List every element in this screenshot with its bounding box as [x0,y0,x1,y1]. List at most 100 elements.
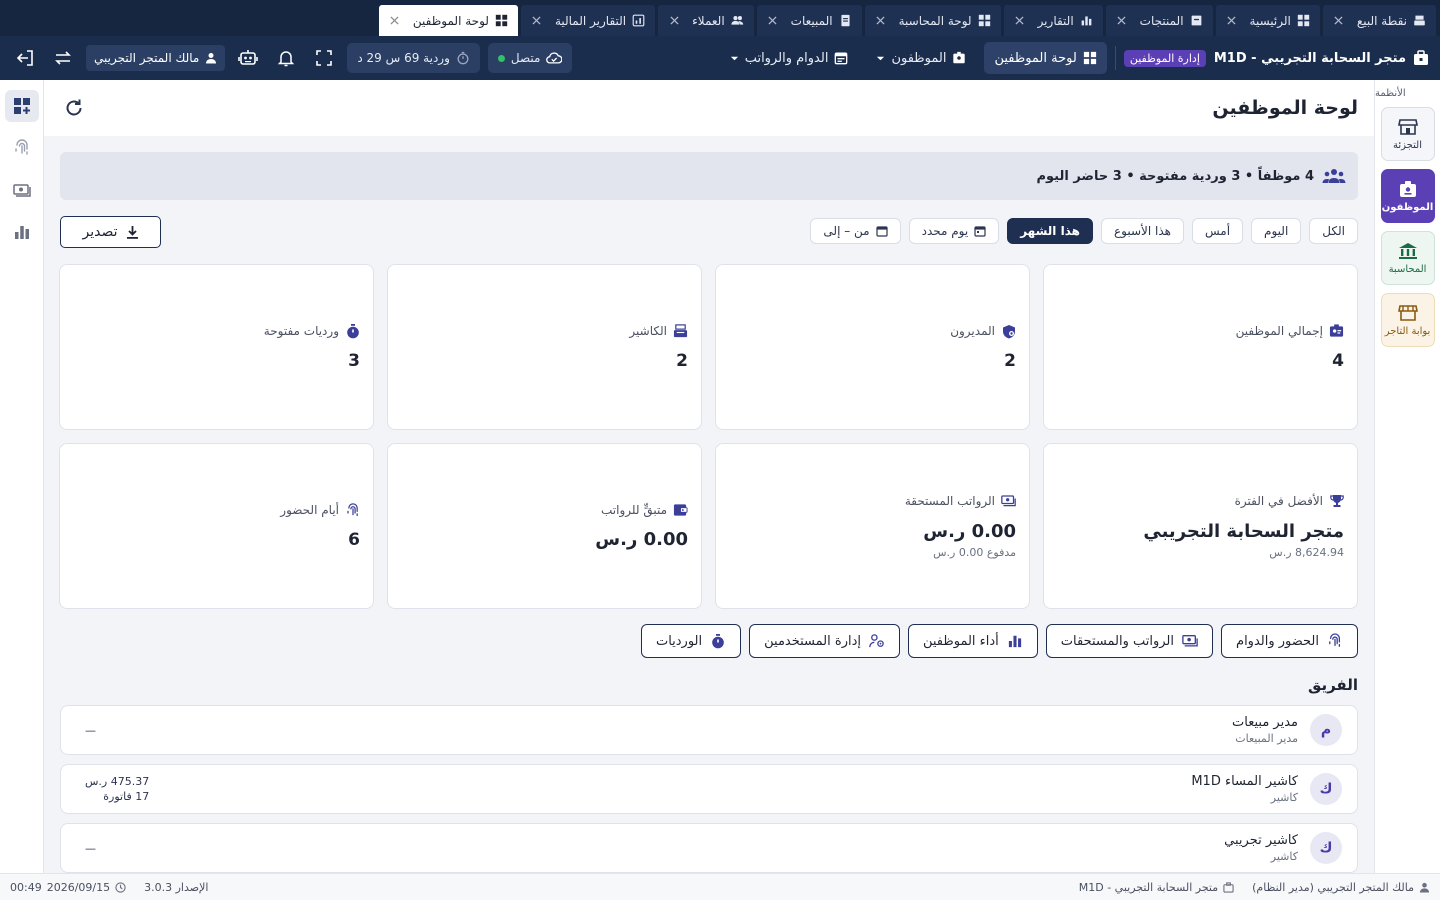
tab-accounting-dashboard[interactable]: لوحة المحاسبة [864,5,1001,36]
filter-week[interactable]: هذا الأسبوع [1100,218,1184,244]
stat-subtext: مدفوع 0.00 ر.س [933,545,1016,559]
clock-icon [115,881,126,893]
member-name: كاشير تجريبي [1224,833,1298,848]
app-header: متجر السحابة التجريبي - M1D إدارة الموظف… [0,36,1440,80]
close-icon[interactable] [1014,15,1026,27]
stat-value: 3 [348,350,360,371]
filter-date-range[interactable]: من – إلى [810,218,901,244]
tab-sales[interactable]: المبيعات [756,5,862,36]
stat-card-remaining-salaries[interactable]: متبقٍّ للرواتب 0.00 ر.س [387,443,702,609]
stat-value: 2 [676,350,688,371]
stat-card-open-shifts[interactable]: ورديات مفتوحة 3 [59,264,374,430]
stat-card-due-salaries[interactable]: الرواتب المستحقة 0.00 ر.س مدفوع 0.00 ر.س [715,443,1030,609]
rail-title: الأنظمة [1375,88,1406,99]
users-icon [731,14,744,27]
footer-user: مالك المتجر التجريبي (مدير النظام) [1252,881,1430,894]
period-filters: الكل اليوم أمس هذا الأسبوع هذا الشهر يوم… [810,218,1358,244]
close-icon[interactable] [875,15,887,27]
receipt-icon [839,14,852,27]
tab-home[interactable]: الرئيسية [1215,5,1320,36]
user-icon [1419,882,1430,893]
stat-value: 0.00 ر.س [923,520,1016,542]
member-invoices: 17 فاتورة [103,790,150,803]
role-badge: إدارة الموظفين [1123,49,1206,67]
export-button[interactable]: تصدير [60,216,161,248]
user-icon [205,52,217,64]
divider [1114,46,1116,70]
close-icon[interactable] [668,15,680,27]
nav-employee-dashboard[interactable]: لوحة الموظفين [984,42,1107,74]
team-member-row[interactable]: ك كاشير تجريبي كاشير — [60,823,1358,873]
bell-icon[interactable] [271,43,301,73]
online-dot [497,54,505,62]
team-member-row[interactable]: ك كاشير المساء M1D كاشير 475.37 ر.س 17 ف… [60,764,1358,814]
team-member-row[interactable]: م مدير مبيعات مدير المبيعات — [60,705,1358,755]
add-widget-icon[interactable] [4,90,39,122]
shift-timer[interactable]: وردية 69 س 29 د [347,43,480,73]
shortcut-rail [0,80,44,873]
team-section-title: الفريق [1307,676,1358,694]
download-icon [126,225,139,239]
fullscreen-icon[interactable] [309,43,339,73]
rail-item-accounting[interactable]: المحاسبة [1380,231,1435,285]
wallet-icon [673,502,688,517]
salaries-button[interactable]: الرواتب والمستحقات [1045,624,1214,658]
avatar: ك [1310,773,1342,805]
user-management-button[interactable]: إدارة المستخدمين [749,624,900,658]
stat-card-total-employees[interactable]: إجمالي الموظفين 4 [1043,264,1358,430]
stat-value: متجر السحابة التجريبي [1143,520,1344,542]
filter-today[interactable]: اليوم [1251,218,1302,244]
close-icon[interactable] [1226,15,1238,27]
close-icon[interactable] [1116,15,1128,27]
performance-button[interactable]: أداء الموظفين [907,624,1038,658]
filter-month[interactable]: هذا الشهر [1007,218,1093,244]
tab-customers[interactable]: العملاء [658,5,754,36]
timer-icon [345,323,360,339]
member-role: كاشير [1270,791,1298,804]
stat-card-cashiers[interactable]: الكاشير 2 [387,264,702,430]
tab-financial-reports[interactable]: التقارير المالية [520,5,656,36]
footer-datetime: 2026/09/15 00:49 [10,881,126,894]
close-icon[interactable] [1333,15,1345,27]
stat-card-top-performer[interactable]: الأفضل في الفترة متجر السحابة التجريبي 8… [1043,443,1358,609]
shifts-button[interactable]: الورديات [640,624,742,658]
rail-item-merchant-portal[interactable]: بوابة التاجر [1380,293,1435,347]
switch-icon[interactable] [48,43,78,73]
dashboard-icon [495,14,508,27]
stat-value: 0.00 ر.س [595,529,688,550]
nav-employees-menu[interactable]: الموظفون [866,42,976,74]
bar-chart-icon[interactable] [5,216,39,248]
member-sales: — [85,841,96,855]
logout-icon[interactable] [10,43,40,73]
fingerprint-icon[interactable] [5,132,39,164]
tab-reports[interactable]: التقارير [1003,5,1103,36]
rail-item-retail[interactable]: التجزئة [1380,107,1435,161]
attendance-button[interactable]: الحضور والدوام [1221,624,1358,658]
rail-item-employees[interactable]: الموظفون [1380,169,1435,223]
stat-value: 2 [1004,350,1016,371]
tab-employee-dashboard[interactable]: لوحة الموظفين [378,5,518,36]
footer-store: متجر السحابة التجريبي - M1D [1079,881,1234,894]
close-icon[interactable] [767,15,779,27]
user-menu[interactable]: مالك المتجر التجريبي [86,45,226,71]
team-list: م مدير مبيعات مدير المبيعات — ك كاشير ال… [60,705,1358,873]
filter-all[interactable]: الكل [1309,218,1358,244]
stat-card-managers[interactable]: المديرون 2 [715,264,1030,430]
stat-card-attendance-days[interactable]: أيام الحضور 6 [59,443,374,609]
nav-attendance-menu[interactable]: الدوام والرواتب [720,42,859,74]
dashboard-icon [1083,51,1097,65]
tab-pos[interactable]: نقطة البيع [1322,5,1436,36]
member-sales: 475.37 ر.س [85,775,150,788]
filter-specific-day[interactable]: يوم محدد [908,218,1000,244]
cash-icon[interactable] [5,174,39,206]
close-icon[interactable] [531,15,543,27]
filter-yesterday[interactable]: أمس [1191,218,1244,244]
robot-icon[interactable] [233,43,263,73]
close-icon[interactable] [389,15,401,27]
cash-icon [1182,633,1198,649]
calendar-icon [974,225,986,237]
refresh-icon[interactable] [60,94,88,122]
tab-products[interactable]: المنتجات [1105,5,1213,36]
quick-links: الحضور والدوام الرواتب والمستحقات أداء ا… [640,624,1358,658]
page-title: لوحة الموظفين [1212,97,1358,119]
